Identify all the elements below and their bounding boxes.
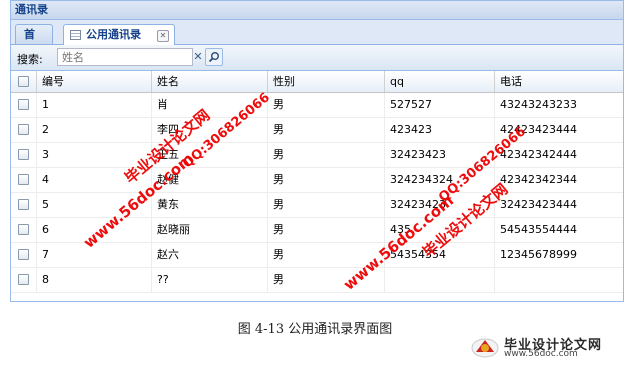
row-checkbox[interactable] (18, 124, 29, 135)
search-input[interactable] (57, 48, 193, 66)
row-select-cell (11, 93, 37, 117)
cell-gender: 男 (268, 168, 385, 192)
cell-qq: 527527 (385, 93, 495, 117)
search-button[interactable] (205, 48, 223, 66)
row-select-cell (11, 243, 37, 267)
tab-home[interactable]: 首页 (15, 24, 53, 61)
table-row[interactable]: 3 王五 男 32423423 42342342444 (11, 143, 623, 168)
window-title: 通讯录 (11, 1, 623, 20)
header-phone[interactable]: 电话 (495, 71, 623, 92)
clear-icon[interactable]: ✕ (191, 49, 205, 65)
close-icon[interactable]: ✕ (157, 30, 169, 42)
logo-url: www.56doc.com (504, 349, 578, 359)
row-checkbox[interactable] (18, 274, 29, 285)
tab-public-contacts-label: 公用通讯录 (86, 28, 141, 41)
cell-name: 赵六 (152, 243, 268, 267)
table-row[interactable]: 7 赵六 男 54354354 12345678999 (11, 243, 623, 268)
row-select-cell (11, 168, 37, 192)
row-select-cell (11, 143, 37, 167)
cell-name: 赵晓丽 (152, 218, 268, 242)
row-checkbox[interactable] (18, 224, 29, 235)
cell-gender: 男 (268, 93, 385, 117)
table-row[interactable]: 4 赵健 男 324234324 42342342344 (11, 168, 623, 193)
cell-phone: 12345678999 (500, 248, 577, 261)
cell-id: 2 (37, 118, 152, 142)
contacts-grid: 编号 姓名 性别 qq 电话 1 肖 男 527527 43243243233 … (11, 71, 623, 293)
row-select-cell (11, 218, 37, 242)
row-checkbox[interactable] (18, 174, 29, 185)
search-toolbar: 搜索: ✕ (11, 45, 623, 71)
cell-gender: 男 (268, 143, 385, 167)
cell-phone: 42342342344 (500, 173, 577, 186)
cell-gender: 男 (268, 118, 385, 142)
select-all-checkbox[interactable] (18, 75, 29, 87)
header-gender[interactable]: 性别 (268, 71, 385, 92)
row-checkbox[interactable] (18, 149, 29, 160)
row-select-cell (11, 268, 37, 292)
header-name[interactable]: 姓名 (152, 71, 268, 92)
table-row[interactable]: 5 黄东 男 32423423 32423423444 (11, 193, 623, 218)
table-row[interactable]: 8 ?? 男 (11, 268, 623, 293)
row-checkbox[interactable] (18, 199, 29, 210)
site-logo: 毕业设计论文网 www.56doc.com (470, 334, 620, 360)
cell-gender: 男 (268, 193, 385, 217)
cell-qq (385, 268, 495, 292)
tab-strip: 首页 公用通讯录 ✕ (11, 20, 623, 61)
header-id[interactable]: 编号 (37, 71, 152, 92)
app-window: 通讯录 首页 公用通讯录 ✕ 搜索: ✕ 编号 姓名 性别 qq 电话 (10, 0, 624, 302)
grid-header: 编号 姓名 性别 qq 电话 (11, 71, 623, 93)
cell-phone: 32423423444 (500, 198, 577, 211)
cell-name: 黄东 (152, 193, 268, 217)
cell-phone: 43243243233 (500, 98, 577, 111)
cell-id: 1 (37, 93, 152, 117)
table-row[interactable]: 1 肖 男 527527 43243243233 (11, 93, 623, 118)
header-qq[interactable]: qq (385, 71, 495, 92)
cell-phone (495, 268, 623, 292)
logo-mark-icon (471, 338, 499, 358)
row-select-cell (11, 193, 37, 217)
row-select-cell (11, 118, 37, 142)
tab-public-contacts[interactable]: 公用通讯录 ✕ (63, 24, 175, 45)
row-checkbox[interactable] (18, 249, 29, 260)
cell-gender: 男 (268, 218, 385, 242)
row-checkbox[interactable] (18, 99, 29, 110)
search-label: 搜索: (17, 53, 43, 66)
select-all-cell (11, 71, 37, 92)
table-row[interactable]: 2 李四 男 423423 42423423444 (11, 118, 623, 143)
cell-phone: 54543554444 (500, 223, 577, 236)
grid-icon (70, 30, 81, 40)
cell-qq: 423423 (385, 118, 495, 142)
cell-name: ?? (152, 268, 268, 292)
cell-id: 8 (37, 268, 152, 292)
search-icon (208, 52, 219, 63)
